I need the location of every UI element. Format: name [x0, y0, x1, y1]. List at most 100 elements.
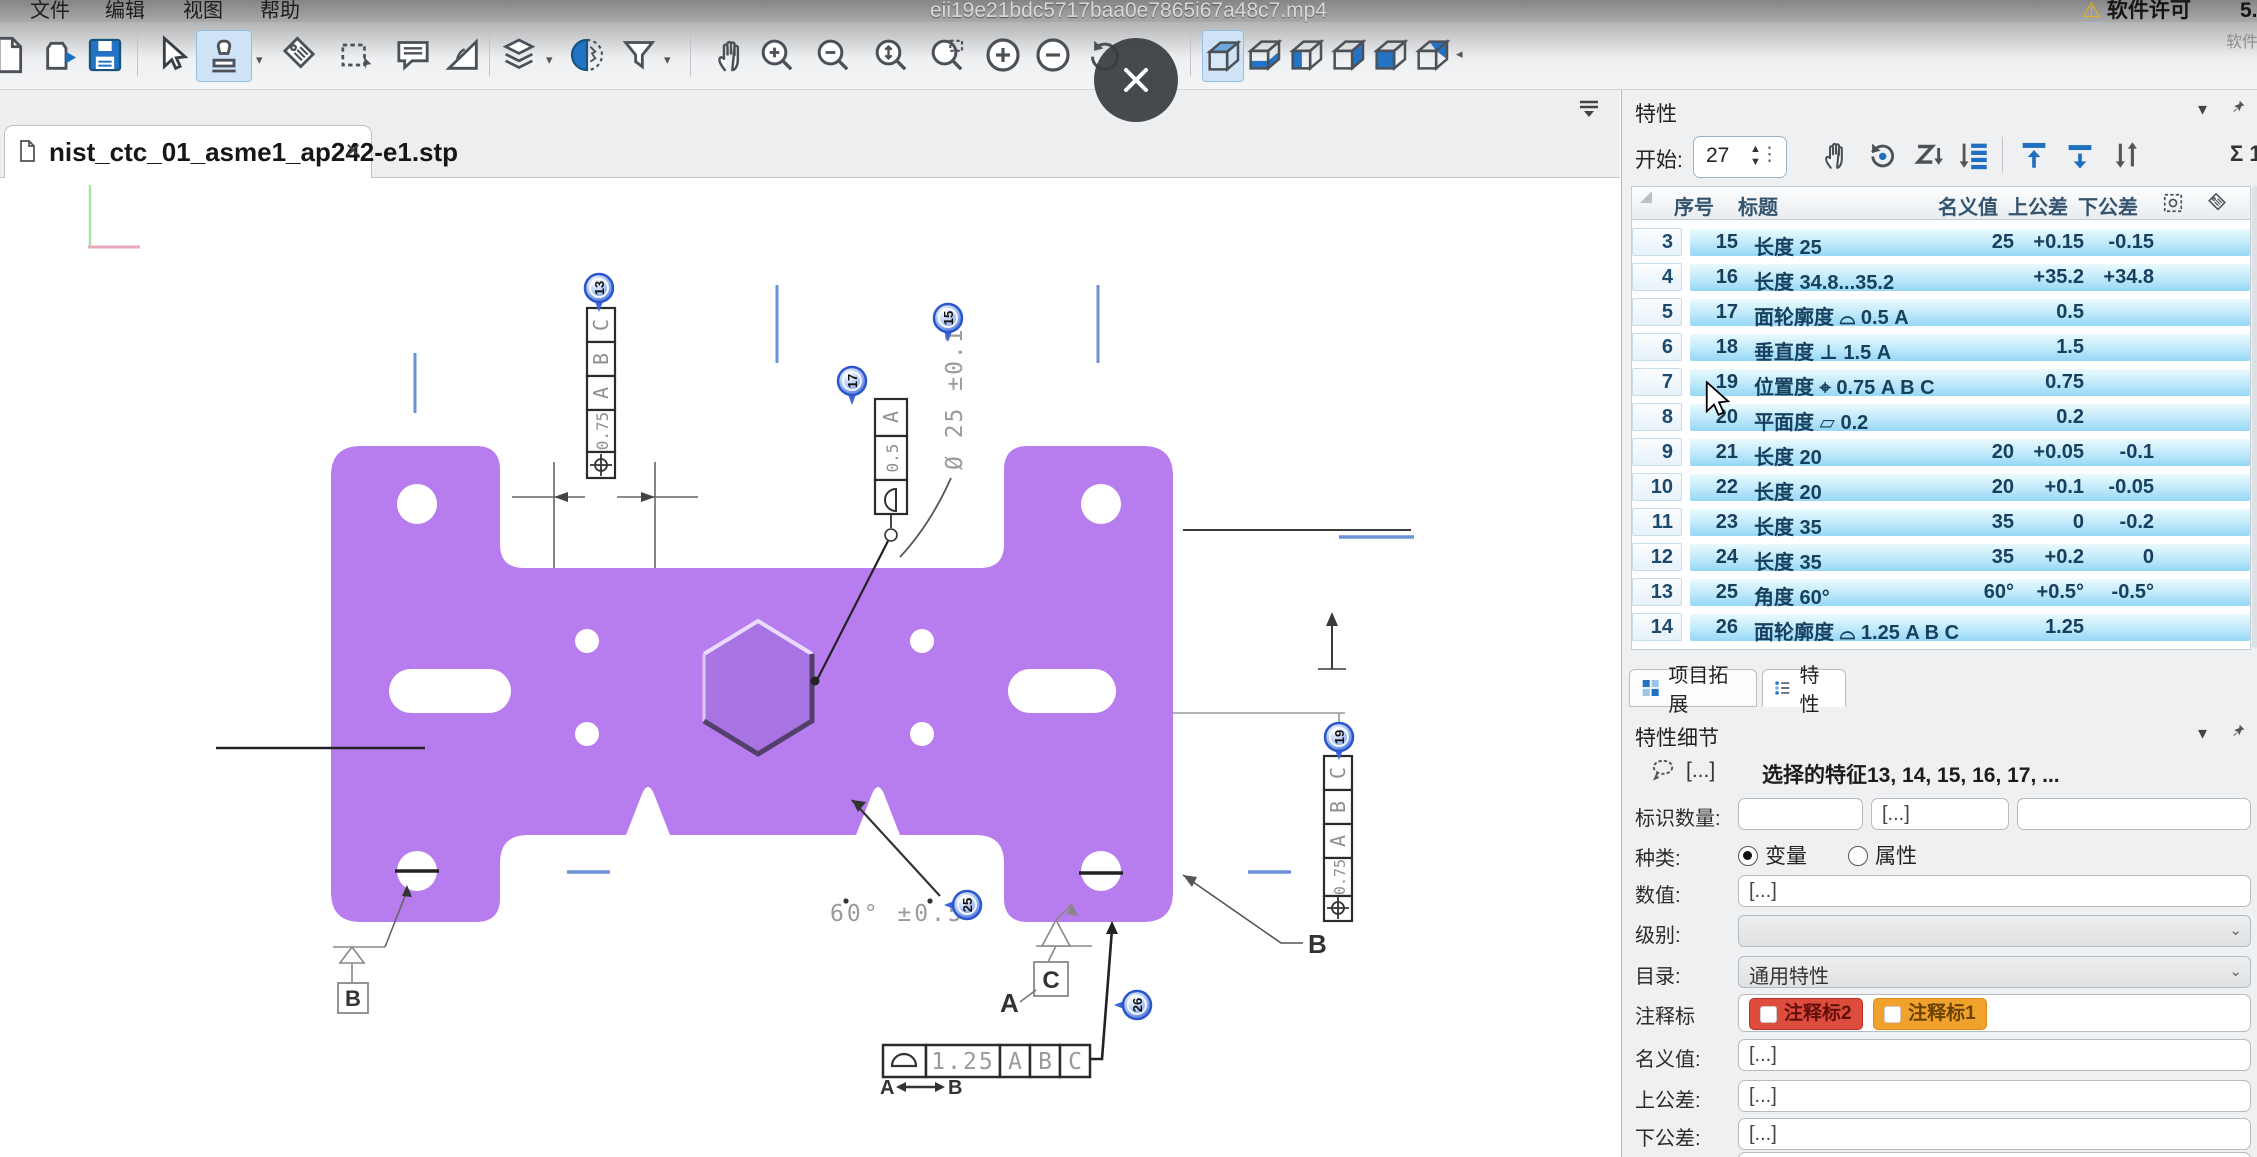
id-count-input-1[interactable] [1738, 798, 1863, 830]
table-corner-icon[interactable] [1640, 191, 1652, 203]
layers-dropdown-arrow[interactable]: ▾ [546, 52, 553, 68]
table-row[interactable]: 1325角度 60°60°+0.5°-0.5° [1632, 578, 2250, 606]
row-band[interactable]: 25角度 60°60°+0.5°-0.5° [1690, 578, 2250, 606]
swap-order-icon[interactable] [2104, 135, 2148, 175]
tag-icon[interactable] [276, 30, 322, 80]
checkbox-icon[interactable] [1884, 1006, 1901, 1023]
row-band[interactable]: 22长度 2020+0.1-0.05 [1690, 473, 2250, 501]
section-view-icon[interactable] [564, 30, 610, 80]
pin-icon[interactable] [2230, 99, 2246, 115]
table-row[interactable]: 1426面轮廓度 ⌓ 1.25 A B C1.25 [1632, 613, 2250, 641]
filter-dropdown-arrow[interactable]: ▾ [664, 52, 671, 68]
z-order-icon[interactable] [1906, 135, 1950, 175]
expand-all-icon[interactable] [980, 30, 1026, 80]
col-seq[interactable]: 序号 [1674, 191, 1714, 220]
next-field-partial[interactable] [1738, 1152, 2251, 1157]
row-band[interactable]: 23长度 35350-0.2 [1690, 508, 2250, 536]
nominal-input[interactable]: [...] [1738, 1039, 2251, 1071]
table-row[interactable]: 517面轮廓度 ⌓ 0.5 A0.5 [1632, 298, 2250, 326]
move-top-icon[interactable] [2012, 135, 2056, 175]
tag-column-icon[interactable] [2206, 192, 2228, 214]
view-cube-right-icon[interactable] [1328, 30, 1368, 80]
row-band[interactable]: 26面轮廓度 ⌓ 1.25 A B C1.25 [1690, 613, 2250, 641]
col-lower[interactable]: 下公差 [2078, 191, 2138, 220]
select-features-icon[interactable] [2162, 192, 2184, 214]
view-cube-iso-icon[interactable] [1202, 30, 1244, 82]
menu-file[interactable]: 文件 [30, 0, 70, 22]
radio-variable[interactable]: 变量 [1738, 840, 1807, 870]
menu-help[interactable]: 帮助 [260, 0, 300, 22]
value-input[interactable]: [...] [1738, 875, 2251, 907]
tab-properties[interactable]: 特性 [1762, 669, 1846, 707]
filter-icon[interactable] [616, 30, 662, 80]
start-spinner[interactable]: 27 ▲ ▼ ⋮ [1693, 136, 1787, 178]
tab-project-tree[interactable]: 项目拓展 [1629, 669, 1757, 707]
table-header[interactable]: 序号 标题 名义值 上公差 下公差 [1632, 187, 2250, 220]
col-title[interactable]: 标题 [1738, 191, 1778, 220]
license-status[interactable]: ⚠软件许可 [2082, 0, 2191, 22]
open-file-icon[interactable] [38, 30, 84, 80]
checkbox-icon[interactable] [1760, 1006, 1777, 1023]
view-cube-bottom-icon[interactable] [1244, 30, 1284, 80]
document-tab[interactable]: nist_ctc_01_asme1_ap242-e1.stp × [4, 125, 372, 178]
save-icon[interactable] [82, 30, 128, 80]
spin-menu-icon[interactable]: ⋮ [1760, 143, 1779, 166]
catalog-dropdown[interactable]: 通用特性⌄ [1738, 956, 2251, 988]
row-band[interactable]: 19位置度 ⌖ 0.75 A B C0.75 [1690, 368, 2250, 396]
col-upper[interactable]: 上公差 [2008, 191, 2068, 220]
move-bottom-icon[interactable] [2058, 135, 2102, 175]
zoom-out-icon[interactable] [810, 30, 856, 80]
id-count-input-3[interactable] [2017, 798, 2251, 830]
table-scrollbar[interactable] [2252, 186, 2257, 648]
view-cube-more-arrow[interactable]: ◂ [1456, 46, 1463, 62]
note-tag-2[interactable]: 注释标2 [1749, 998, 1863, 1030]
radio-attribute[interactable]: 属性 [1848, 840, 1917, 870]
sort-list-icon[interactable] [1952, 135, 1996, 175]
note-tag-1[interactable]: 注释标1 [1873, 998, 1987, 1030]
stamp-annotate-icon[interactable] [196, 30, 252, 82]
refresh-icon[interactable] [1860, 135, 1904, 175]
menu-edit[interactable]: 编辑 [105, 0, 145, 22]
measure-icon[interactable] [440, 30, 486, 80]
row-band[interactable]: 21长度 2020+0.05-0.1 [1690, 438, 2250, 466]
row-band[interactable]: 15长度 2525+0.15-0.15 [1690, 228, 2250, 256]
zoom-in-icon[interactable] [754, 30, 800, 80]
level-dropdown[interactable]: ⌄ [1738, 915, 2251, 947]
comment-icon[interactable] [390, 30, 436, 80]
col-nominal[interactable]: 名义值 [1938, 191, 1998, 220]
table-row[interactable]: 618垂直度 ⊥ 1.5 A1.5 [1632, 333, 2250, 361]
row-band[interactable]: 16长度 34.8...35.2+35.2+34.8 [1690, 263, 2250, 291]
zoom-extents-icon[interactable] [868, 30, 914, 80]
id-count-input-2[interactable]: [...] [1871, 798, 2009, 830]
region-select-icon[interactable] [334, 30, 380, 80]
table-row[interactable]: 1022长度 2020+0.1-0.05 [1632, 473, 2250, 501]
row-band[interactable]: 24长度 3535+0.20 [1690, 543, 2250, 571]
fcf-position-13[interactable]: C B A 0.75 [587, 308, 615, 478]
tab-close-icon[interactable]: × [345, 135, 361, 166]
layers-icon[interactable] [496, 30, 542, 80]
table-row[interactable]: 1123长度 35350-0.2 [1632, 508, 2250, 536]
view-cube-left-icon[interactable] [1286, 30, 1326, 80]
lasso-selection-icon[interactable] [1650, 757, 1676, 783]
table-row[interactable]: 921长度 2020+0.05-0.1 [1632, 438, 2250, 466]
row-band[interactable]: 17面轮廓度 ⌓ 0.5 A0.5 [1690, 298, 2250, 326]
table-row[interactable]: 1224长度 3535+0.20 [1632, 543, 2250, 571]
lower-tol-input[interactable]: [...] [1738, 1118, 2251, 1150]
stamp-dropdown-arrow[interactable]: ▾ [256, 52, 263, 68]
panel-collapse-icon[interactable] [1576, 97, 1606, 123]
pan-hand-icon[interactable] [708, 30, 754, 80]
menu-view[interactable]: 视图 [183, 0, 223, 22]
panel-caret-icon[interactable]: ▾ [2198, 99, 2207, 120]
view-cube-front-icon[interactable] [1370, 30, 1410, 80]
row-band[interactable]: 18垂直度 ⊥ 1.5 A1.5 [1690, 333, 2250, 361]
details-caret-icon[interactable]: ▾ [2198, 723, 2207, 744]
video-close-button[interactable] [1094, 38, 1178, 122]
zoom-window-icon[interactable] [924, 30, 970, 80]
new-document-icon[interactable] [0, 30, 32, 80]
table-row[interactable]: 416长度 34.8...35.2+35.2+34.8 [1632, 263, 2250, 291]
pick-hand-icon[interactable] [1814, 135, 1858, 175]
note-tags-field[interactable]: 注释标2 注释标1 [1738, 994, 2251, 1032]
select-cursor-icon[interactable] [148, 30, 194, 80]
collapse-all-icon[interactable] [1030, 30, 1076, 80]
row-band[interactable]: 20平面度 ▱ 0.20.2 [1690, 403, 2250, 431]
